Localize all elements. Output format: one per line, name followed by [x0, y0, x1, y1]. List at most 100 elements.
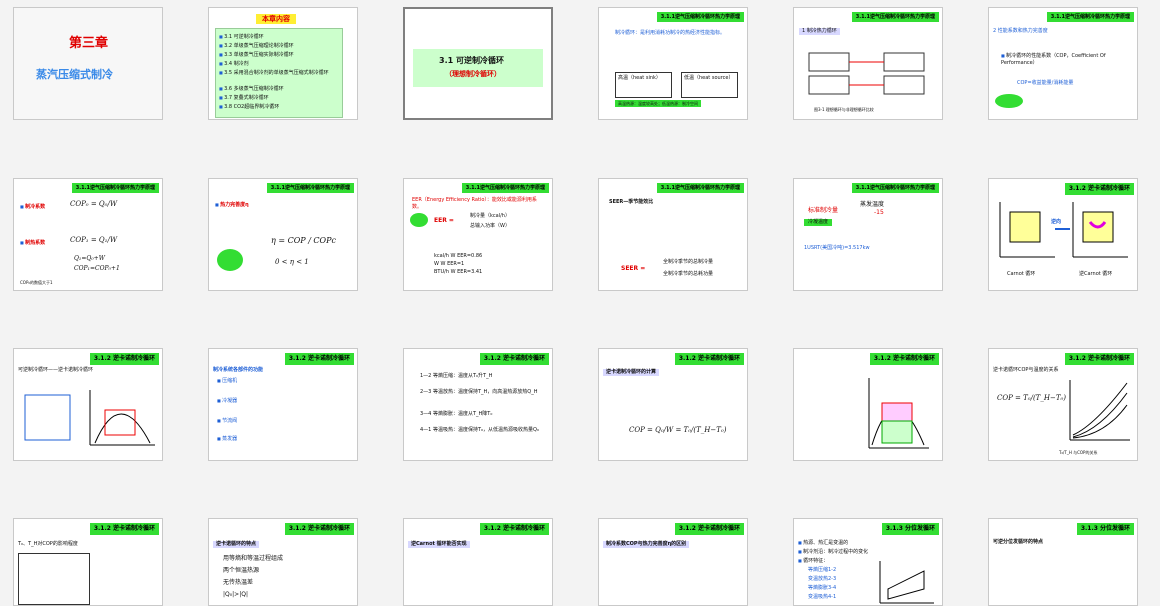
slide-header: 3.1.2 逆卡诺制冷循环: [284, 523, 354, 535]
figure-caption: Carnot 循环: [1007, 271, 1036, 277]
slide-text: 等熵压缩1-2: [808, 567, 837, 573]
slide-header: 3.1.2 逆卡诺制冷循环: [674, 353, 744, 365]
label-cop: 制热系数: [20, 239, 45, 247]
slide-header: 3.1.1逆气压缩制冷循环热力学原理: [461, 183, 549, 193]
slide-note: 高温热源：温度较高处；低温热源：制冷空间: [615, 100, 701, 107]
eer-label: EER =: [434, 217, 454, 224]
formula: COP₁=COP₀+1: [74, 265, 120, 272]
slide-thumbnail-grid: 第三章 蒸汽压缩式制冷 本章内容 3.1 可逆制冷循环 3.2 单级蒸气压缩理论…: [0, 0, 1160, 606]
slide-thumbnail-7[interactable]: 3.1.1逆气压缩制冷循环热力学原理 制冷系数 COP₀ = Q₀/W 制热系数…: [13, 178, 163, 291]
slide-thumbnail-14[interactable]: 3.1.2 逆卡诺制冷循环 制冷系统各部件的功能 压缩机 冷凝器 节流阀 蒸发器: [208, 348, 358, 461]
slide-text: EER（Energy Efficiency Ratio）：能效比或能源利用系数。: [412, 197, 537, 210]
slide-header: 3.1.1逆气压缩制冷循环热力学原理: [71, 183, 159, 193]
slide-text: 标准制冷量: [808, 207, 839, 214]
slide-thumbnail-11[interactable]: 3.1.1逆气压缩制冷循环热力学原理 标准制冷量 蒸发温度 -15 冷凝温度 1…: [793, 178, 943, 291]
slide-thumbnail-16[interactable]: 3.1.2 逆卡诺制冷循环 逆卡诺制冷循环的计算 COP = Q₀/W = T₀…: [598, 348, 748, 461]
slide-header: 3.1.2 逆卡诺制冷循环: [1064, 353, 1134, 365]
chapter-title: 第三章: [69, 36, 109, 51]
slide-header: 3.1.1逆气压缩制冷循环热力学原理: [266, 183, 354, 193]
eer-denominator: 总输入功率（W）: [470, 223, 510, 229]
slide-thumbnail-17[interactable]: 3.1.2 逆卡诺制冷循环: [793, 348, 943, 461]
cycle-diagram: [24, 390, 155, 446]
slide-title: 逆Carnot 循环能否实现: [408, 541, 470, 548]
slide-thumbnail-21[interactable]: 3.1.2 逆卡诺制冷循环 逆Carnot 循环能否实现: [403, 518, 553, 606]
slide-thumbnail-1[interactable]: 第三章 蒸汽压缩式制冷: [13, 7, 163, 120]
slide-text: 等熵膨胀3-4: [808, 585, 837, 591]
formula: η = COP / COPc: [271, 236, 336, 245]
slide-thumbnail-2[interactable]: 本章内容 3.1 可逆制冷循环 3.2 单级蒸气压缩理论制冷循环 3.3 单级蒸…: [208, 7, 358, 120]
slide-text: 1USRT(美国冷吨)=3.517kw: [804, 245, 870, 251]
figure-caption: 图3-1 理想循环与非理想循环比较: [814, 107, 874, 112]
arrow-label: 逆向: [1051, 219, 1062, 225]
formula: COP = T₀/(T_H−T₀): [997, 394, 1067, 402]
slide-thumbnail-24[interactable]: 3.1.3 分位发循环 可逆分位发循环的特点: [988, 518, 1138, 606]
slide-header: 3.1.2 逆卡诺制冷循环: [284, 353, 354, 365]
slide-thumbnail-23[interactable]: 3.1.3 分位发循环 热源、热汇是变温的 制冷剂沿：制冷过程中的变化 循环特征…: [793, 518, 943, 606]
eer-row: W W EER=1: [434, 261, 465, 267]
slide-header: 3.1.1逆气压缩制冷循环热力学原理: [656, 12, 744, 22]
slide-thumbnail-22[interactable]: 3.1.2 逆卡诺制冷循环 制冷系数COP与热力完善度η的区别: [598, 518, 748, 606]
slide-title: SEER—季节能效比: [609, 199, 654, 205]
slide-header: 3.1.3 分位发循环: [881, 523, 939, 535]
slide-text: 冷凝温度: [804, 219, 833, 226]
slide-thumbnail-4[interactable]: 3.1.1逆气压缩制冷循环热力学原理 制冷循环：是利用消耗功制冷的热经济性能指标…: [598, 7, 748, 120]
toc-item: 3.2 单级蒸气压缩理论制冷循环: [219, 42, 294, 50]
slide-thumbnail-6[interactable]: 3.1.1逆气压缩制冷循环热力学原理 2 性能系数和热力完善度 制冷循环的性能系…: [988, 7, 1138, 120]
slide-header: 3.1.3 分位发循环: [1076, 523, 1134, 535]
slide-title: 逆卡诺制冷循环的计算: [603, 369, 660, 376]
cycle-diagram: [808, 52, 925, 95]
slide-thumbnail-18[interactable]: 3.1.2 逆卡诺制冷循环 逆卡诺循环COP与温度的关系 COP = T₀/(T…: [988, 348, 1138, 461]
carnot-diagram: [999, 202, 1128, 258]
slide-title: T₀、T_H对COP的影响程度: [18, 541, 78, 547]
slide-text: 制冷剂沿：制冷过程中的变化: [798, 548, 868, 556]
slide-thumbnail-19[interactable]: 3.1.2 逆卡诺制冷循环 T₀、T_H对COP的影响程度: [13, 518, 163, 606]
slide-header: 3.1.2 逆卡诺制冷循环: [89, 353, 159, 365]
slide-thumbnail-3[interactable]: 3.1 可逆制冷循环 （理想制冷循环）: [403, 7, 553, 120]
slide-header: 3.1.2 逆卡诺制冷循环: [1064, 183, 1134, 195]
slide-label: 热力完善度η: [215, 201, 249, 209]
slide-thumbnail-15[interactable]: 3.1.2 逆卡诺制冷循环 1—2 等熵压缩：温度从T₀升T_H 2—3 等温放…: [403, 348, 553, 461]
ts-diagram: [879, 561, 934, 604]
slide-text: 1 制冷热力循环: [799, 28, 840, 35]
label-cop: 制冷系数: [20, 203, 45, 211]
toc-item: 3.3 单级蒸气压缩实际制冷循环: [219, 51, 294, 59]
slide-thumbnail-12[interactable]: 3.1.2 逆卡诺制冷循环 逆向 Carnot 循环 逆Carnot 循环: [988, 178, 1138, 291]
slide-thumbnail-5[interactable]: 3.1.1逆气压缩制冷循环热力学原理 1 制冷热力循环 图3-1 理想循环与非理…: [793, 7, 943, 120]
slide-header: 3.1.2 逆卡诺制冷循环: [479, 523, 549, 535]
slide-header: 3.1.1逆气压缩制冷循环热力学原理: [851, 183, 939, 193]
component-item: 压缩机: [217, 377, 237, 385]
slide-header: 3.1.1逆气压缩制冷循环热力学原理: [656, 183, 744, 193]
formula-box: [18, 553, 90, 605]
section-title: 3.1 可逆制冷循环: [439, 56, 504, 65]
slide-header: 3.1.2 逆卡诺制冷循环: [89, 523, 159, 535]
slide-text: -15: [874, 209, 884, 216]
ts-diagram: [868, 378, 929, 449]
figure-caption: T₀/T_H 与COP的关系: [1059, 450, 1098, 455]
slide-thumbnail-13[interactable]: 3.1.2 逆卡诺制冷循环 可逆制冷循环——逆卡诺制冷循环: [13, 348, 163, 461]
figure-caption: 逆Carnot 循环: [1079, 271, 1113, 277]
slide-thumbnail-10[interactable]: 3.1.1逆气压缩制冷循环热力学原理 SEER—季节能效比 SEER = 全制冷…: [598, 178, 748, 291]
slide-text: 2 性能系数和热力完善度: [993, 28, 1048, 34]
section-title-box: 3.1 可逆制冷循环 （理想制冷循环）: [413, 49, 543, 87]
green-bubble-icon: [410, 213, 428, 227]
slide-thumbnail-8[interactable]: 3.1.1逆气压缩制冷循环热力学原理 热力完善度η η = COP / COPc…: [208, 178, 358, 291]
slide-text: 制冷循环的性能系数（COP，Coefficient Of Performance…: [1001, 52, 1129, 67]
process-item: 1—2 等熵压缩：温度从T₀升T_H: [420, 373, 493, 379]
slide-title: 逆卡诺循环COP与温度的关系: [993, 367, 1059, 373]
component-item: 蒸发器: [217, 435, 237, 443]
feature-item: |Q₀|>|Q|: [223, 591, 248, 598]
slide-header: 3.1.2 逆卡诺制冷循环: [869, 353, 939, 365]
seer-numerator: 全制冷季节的总制冷量: [663, 259, 714, 265]
slide-text: 循环特征：: [798, 557, 828, 565]
slide-title: 可逆制冷循环——逆卡诺制冷循环: [18, 367, 94, 373]
slide-title: 制冷系统各部件的功能: [213, 367, 264, 373]
seer-denominator: 全制冷季节的总耗功量: [663, 271, 714, 277]
slide-header: 3.1.2 逆卡诺制冷循环: [674, 523, 744, 535]
slide-header: 3.1.1逆气压缩制冷循环热力学原理: [851, 12, 939, 22]
component-item: 节流阀: [217, 417, 237, 425]
slide-thumbnail-9[interactable]: 3.1.1逆气压缩制冷循环热力学原理 EER（Energy Efficiency…: [403, 178, 553, 291]
process-item: 4—1 等温吸热：温度保持T₀，从低温热源吸收热量Q₀: [420, 427, 539, 433]
toc-item: 3.7 复叠式制冷循环: [219, 94, 269, 102]
slide-thumbnail-20[interactable]: 3.1.2 逆卡诺制冷循环 逆卡诺循环的特点 用等熵和等温过程组成 两个恒温热源…: [208, 518, 358, 606]
section-subtitle: （理想制冷循环）: [445, 70, 501, 78]
